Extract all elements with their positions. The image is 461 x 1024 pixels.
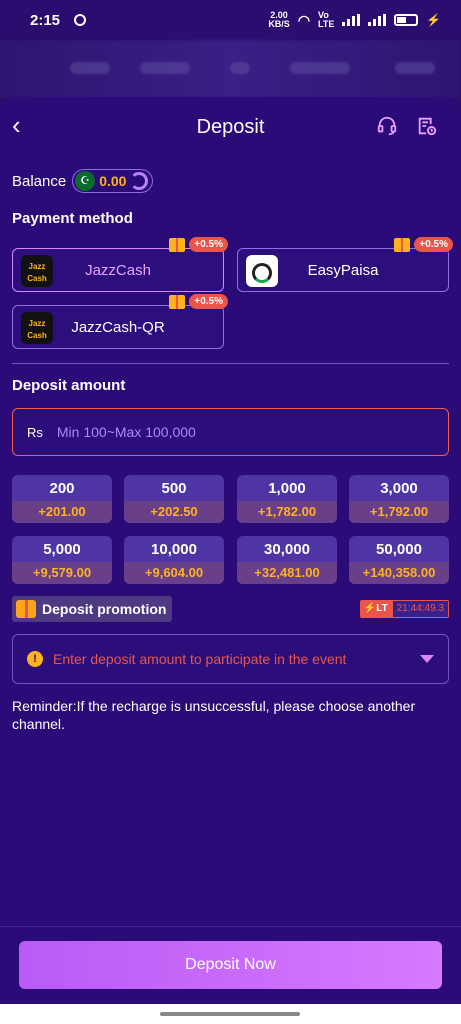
preset-amount: 1,000 — [268, 480, 306, 497]
preset-amount: 200 — [49, 480, 75, 497]
amount-preset[interactable]: 10,000 +9,604.00 — [124, 536, 224, 584]
jazzcash-logo-icon: Jazz Cash — [21, 255, 53, 287]
amount-field[interactable]: Rs — [12, 408, 449, 456]
deposit-amount-title: Deposit amount — [12, 377, 126, 394]
chevron-down-icon — [420, 655, 434, 663]
amount-input[interactable] — [56, 424, 448, 440]
amount-preset[interactable]: 5,000 +9,579.00 — [12, 536, 112, 584]
preset-bonus: +1,782.00 — [237, 501, 337, 523]
deposit-sheet: ‹ Deposit Balance ☪ 0.00 Payment method … — [0, 97, 461, 1024]
net-speed: 2.00 KB/S — [268, 10, 290, 29]
amount-preset[interactable]: 500 +202.50 — [124, 475, 224, 523]
balance-row: Balance ☪ 0.00 — [12, 169, 154, 193]
charging-icon: ⚡ — [426, 13, 441, 27]
payment-option-easypaisa[interactable]: EasyPaisa +0.5% — [237, 237, 453, 292]
payment-method-title: Payment method — [12, 210, 133, 227]
divider — [12, 363, 449, 364]
status-icons: 2.00 KB/S ◠ Vo LTE ⚡ — [268, 11, 441, 29]
amount-preset[interactable]: 30,000 +32,481.00 — [237, 536, 337, 584]
gift-icon — [394, 238, 410, 252]
status-bar: 2:15 2.00 KB/S ◠ Vo LTE ⚡ — [0, 0, 461, 40]
lightning-icon: ⚡LT — [359, 600, 392, 618]
volte-label: Vo LTE — [318, 10, 335, 29]
refresh-icon[interactable] — [130, 172, 149, 190]
balance-pill: ☪ 0.00 — [72, 169, 154, 193]
deposit-promotion-tag: Deposit promotion — [12, 596, 173, 622]
home-bar[interactable] — [160, 1012, 300, 1016]
wifi-icon: ◠ — [297, 11, 311, 28]
signal-icon — [342, 14, 361, 26]
customer-service-icon[interactable] — [376, 115, 398, 137]
preset-amount: 3,000 — [380, 480, 418, 497]
promotion-label: Deposit promotion — [42, 601, 167, 617]
countdown: 21:44:49.3 — [391, 600, 449, 618]
status-time: 2:15 — [30, 11, 61, 29]
preset-bonus: +32,481.00 — [237, 562, 337, 584]
easypaisa-logo-icon — [246, 255, 278, 287]
preset-bonus: +1,792.00 — [349, 501, 449, 523]
preset-bonus: +9,579.00 — [12, 562, 112, 584]
home-indicator — [0, 1004, 461, 1024]
currency-label: Rs — [27, 424, 43, 440]
amount-preset[interactable]: 3,000 +1,792.00 — [349, 475, 449, 523]
preset-bonus: +140,358.00 — [349, 562, 449, 584]
preset-amount: 5,000 — [43, 541, 81, 558]
bottom-bar: Deposit Now — [0, 926, 461, 1024]
deposit-now-button[interactable]: Deposit Now — [19, 941, 442, 989]
preset-amount: 50,000 — [376, 541, 422, 558]
bonus-badge: +0.5% — [189, 294, 228, 309]
event-text: Enter deposit amount to participate in t… — [53, 651, 347, 667]
event-dropdown[interactable]: ! Enter deposit amount to participate in… — [12, 634, 449, 684]
signal-icon-2 — [368, 14, 387, 26]
bonus-badge: +0.5% — [414, 237, 453, 252]
amount-preset[interactable]: 200 +201.00 — [12, 475, 112, 523]
battery-icon — [394, 14, 419, 26]
chrome-icon — [74, 14, 87, 26]
amount-preset[interactable]: 1,000 +1,782.00 — [237, 475, 337, 523]
background-overlay — [0, 40, 461, 98]
gift-icon — [169, 238, 185, 252]
header: ‹ Deposit — [0, 97, 461, 157]
gift-icon — [16, 600, 36, 618]
back-icon[interactable]: ‹ — [12, 112, 34, 138]
preset-bonus: +9,604.00 — [124, 562, 224, 584]
bonus-badge: +0.5% — [189, 237, 228, 252]
payment-option-jazzcash[interactable]: Jazz Cash JazzCash +0.5% — [12, 237, 228, 292]
balance-value: 0.00 — [99, 173, 127, 189]
reminder-text: Reminder:If the recharge is unsuccessful… — [12, 698, 416, 732]
pakistan-flag-icon: ☪ — [75, 171, 96, 191]
amount-preset[interactable]: 50,000 +140,358.00 — [349, 536, 449, 584]
jazzcash-logo-icon: Jazz Cash — [21, 312, 53, 344]
preset-bonus: +201.00 — [12, 501, 112, 523]
deposit-history-icon[interactable] — [416, 115, 438, 137]
preset-amount: 30,000 — [264, 541, 310, 558]
timer-tag: LT — [376, 603, 388, 614]
gift-icon — [169, 295, 185, 309]
warning-icon: ! — [27, 651, 43, 667]
preset-bonus: +202.50 — [124, 501, 224, 523]
payment-option-jazzcash-qr[interactable]: Jazz Cash JazzCash-QR +0.5% — [12, 294, 228, 349]
preset-amount: 500 — [161, 480, 187, 497]
preset-amount: 10,000 — [151, 541, 197, 558]
promotion-timer: ⚡LT 21:44:49.3 — [359, 600, 449, 618]
balance-label: Balance — [12, 172, 67, 190]
